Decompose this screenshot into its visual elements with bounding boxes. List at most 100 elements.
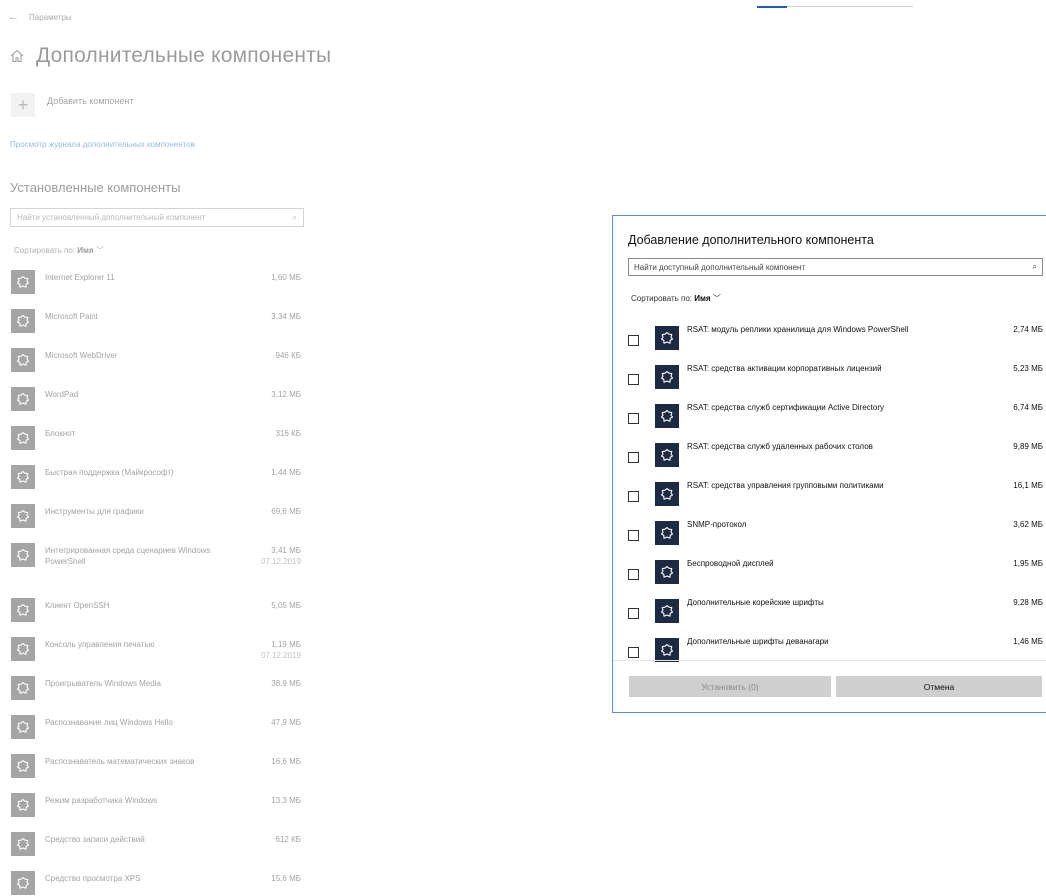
item-size-value: 612 КБ — [275, 835, 301, 844]
item-size-value: 3,34 МБ — [271, 312, 301, 321]
dialog-list-item[interactable]: SNMP-протокол 3,62 МБ — [613, 515, 1046, 549]
list-item[interactable]: Microsoft WebDriver 946 КБ — [11, 348, 301, 372]
item-size-value: 946 КБ — [275, 351, 301, 360]
installed-sort-dropdown[interactable]: Сортировать по: Имя ﹀ — [14, 245, 104, 256]
item-size-value: 38,9 МБ — [271, 679, 301, 688]
puzzle-icon — [11, 754, 35, 778]
list-item[interactable]: Microsoft Paint 3,34 МБ — [11, 309, 301, 333]
list-item[interactable]: Режим разработчика Windows 13,3 МБ — [11, 793, 301, 817]
list-item[interactable]: Интегрированная среда сценариев Windows … — [11, 543, 301, 567]
dialog-search-input[interactable]: Найти доступный дополнительный компонент… — [628, 258, 1043, 276]
item-size-value: 47,9 МБ — [271, 718, 301, 727]
puzzle-icon — [655, 638, 679, 662]
puzzle-icon — [11, 676, 35, 700]
item-name: Распознаватель математических знаков — [45, 757, 195, 766]
item-size: 3,12 МБ — [271, 389, 301, 400]
item-name: Режим разработчика Windows — [45, 796, 158, 805]
puzzle-icon — [655, 599, 679, 623]
puzzle-icon — [11, 871, 35, 895]
item-checkbox[interactable] — [628, 608, 639, 619]
dialog-list-item[interactable]: RSAT: средства активации корпоративных л… — [613, 359, 1046, 393]
cancel-button[interactable]: Отмена — [836, 676, 1042, 697]
dialog-list-item[interactable]: RSAT: модуль реплики хранилища для Windo… — [613, 320, 1046, 354]
item-checkbox[interactable] — [628, 413, 639, 424]
item-size-value: 5,05 МБ — [271, 601, 301, 610]
puzzle-icon — [11, 793, 35, 817]
list-item[interactable]: Блокнот 316 КБ — [11, 426, 301, 450]
list-item[interactable]: Средство просмотра XPS 15,6 МБ — [11, 871, 301, 895]
item-size: 1,44 МБ — [271, 467, 301, 478]
page-title: Дополнительные компоненты — [10, 44, 331, 68]
item-size: 38,9 МБ — [271, 678, 301, 689]
list-item[interactable]: WordPad 3,12 МБ — [11, 387, 301, 411]
installed-search-input[interactable]: Найти установленный дополнительный компо… — [10, 208, 304, 227]
dialog-list-item[interactable]: RSAT: средства служб сертификации Active… — [613, 398, 1046, 432]
item-size: 3,62 МБ — [1013, 520, 1043, 529]
dialog-search-placeholder: Найти доступный дополнительный компонент — [634, 262, 806, 272]
item-name: RSAT: средства служб сертификации Active… — [687, 403, 884, 412]
dialog-list-item[interactable]: Беспроводной дисплей 1,95 МБ — [613, 554, 1046, 588]
home-icon[interactable] — [10, 49, 24, 63]
dialog-list-item[interactable]: RSAT: средства служб удаленных рабочих с… — [613, 437, 1046, 471]
item-size: 15,6 МБ — [271, 873, 301, 884]
puzzle-icon — [11, 715, 35, 739]
list-item[interactable]: Клиент OpenSSH 5,05 МБ — [11, 598, 301, 622]
item-size-value: 15,6 МБ — [271, 874, 301, 883]
puzzle-icon — [11, 832, 35, 856]
puzzle-icon — [11, 270, 35, 294]
list-item[interactable]: Средство записи действий 612 КБ — [11, 832, 301, 856]
list-item[interactable]: Инструменты для графики 69,6 МБ — [11, 504, 301, 528]
item-name: Интегрированная среда сценариев Windows … — [45, 546, 211, 566]
item-size-value: 16,6 МБ — [271, 757, 301, 766]
item-checkbox[interactable] — [628, 335, 639, 346]
item-checkbox[interactable] — [628, 530, 639, 541]
list-item[interactable]: Распознаватель математических знаков 16,6… — [11, 754, 301, 778]
puzzle-icon — [11, 426, 35, 450]
item-size: 1,60 МБ — [271, 272, 301, 283]
item-size-value: 316 КБ — [275, 429, 301, 438]
puzzle-icon — [655, 443, 679, 467]
item-checkbox[interactable] — [628, 491, 639, 502]
dialog-sort-dropdown[interactable]: Сортировать по: Имя ﹀ — [631, 293, 721, 304]
search-icon: ⌕ — [292, 212, 297, 222]
history-link[interactable]: Просмотр журнала дополнительных компонен… — [10, 140, 195, 149]
item-size: 3,34 МБ — [271, 311, 301, 322]
list-item[interactable]: Проигрыватель Windows Media 38,9 МБ — [11, 676, 301, 700]
back-arrow-icon[interactable]: ← — [8, 11, 19, 23]
item-size: 6,74 МБ — [1013, 403, 1043, 412]
list-item[interactable]: Распознавание лиц Windows Hello 47,9 МБ — [11, 715, 301, 739]
item-checkbox[interactable] — [628, 569, 639, 580]
top-accent-bar — [757, 6, 787, 8]
settings-label: Параметры — [29, 12, 72, 22]
puzzle-icon — [655, 365, 679, 389]
item-name: Консоль управления печатью — [45, 640, 155, 649]
item-size: 9,28 МБ — [1013, 598, 1043, 607]
sort-label: Сортировать по: — [14, 246, 76, 255]
item-name: WordPad — [45, 390, 79, 399]
dialog-list-item[interactable]: Дополнительные корейские шрифты 9,28 МБ — [613, 593, 1046, 627]
dialog-list-item[interactable]: RSAT: средства управления групповыми пол… — [613, 476, 1046, 510]
puzzle-icon — [655, 326, 679, 350]
item-size: 1,95 МБ — [1013, 559, 1043, 568]
chevron-down-icon: ﹀ — [712, 294, 721, 303]
item-checkbox[interactable] — [628, 452, 639, 463]
list-item[interactable]: Internet Explorer 11 1,60 МБ — [11, 270, 301, 294]
item-size-value: 1,19 МБ — [271, 640, 301, 649]
item-name: RSAT: средства активации корпоративных л… — [687, 364, 882, 373]
item-size: 16,6 МБ — [271, 756, 301, 767]
item-name: Microsoft Paint — [45, 312, 98, 321]
search-placeholder: Найти установленный дополнительный компо… — [17, 213, 206, 222]
item-name: Internet Explorer 11 — [45, 273, 115, 282]
item-checkbox[interactable] — [628, 374, 639, 385]
list-item[interactable]: Консоль управления печатью 1,19 МБ 07.12.2… — [11, 637, 301, 661]
install-button[interactable]: Установить (0) — [629, 676, 831, 697]
item-name: Быстрая поддержка (Майкрософт) — [45, 468, 174, 477]
item-size-value: 1,44 МБ — [271, 468, 301, 477]
item-name: Инструменты для графики — [45, 507, 144, 516]
add-component-button[interactable]: + Добавить компонент — [11, 93, 133, 117]
item-name: RSAT: средства служб удаленных рабочих с… — [687, 442, 873, 451]
list-item[interactable]: Быстрая поддержка (Майкрософт) 1,44 МБ — [11, 465, 301, 489]
item-checkbox[interactable] — [628, 647, 639, 658]
topbar: ← Параметры — [8, 11, 72, 23]
chevron-down-icon: ﹀ — [95, 246, 104, 255]
